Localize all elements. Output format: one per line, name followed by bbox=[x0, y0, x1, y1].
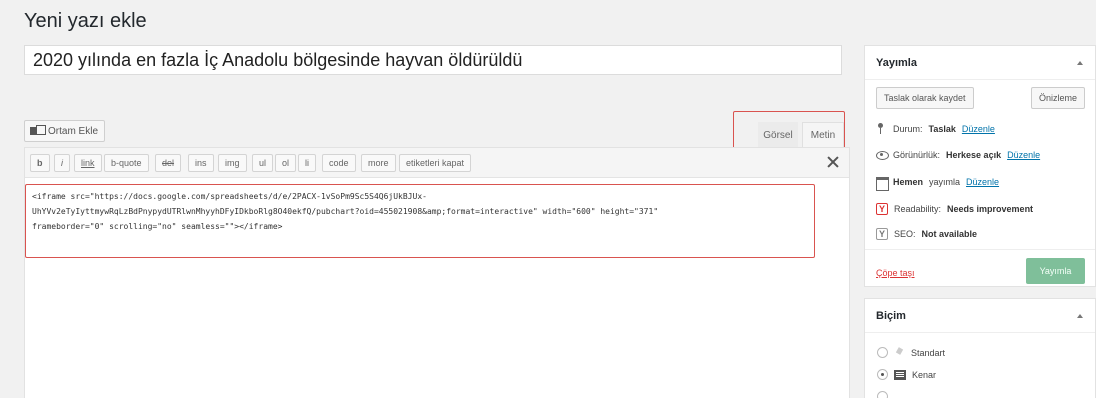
tab-text[interactable]: Metin bbox=[802, 122, 844, 148]
status-row: Durum: Taslak Düzenle bbox=[876, 123, 995, 134]
aside-icon bbox=[894, 369, 906, 380]
tab-visual[interactable]: Görsel bbox=[758, 122, 798, 148]
qt-link-button[interactable]: link bbox=[74, 154, 102, 172]
divider bbox=[865, 249, 1095, 250]
qt-italic-button[interactable]: i bbox=[54, 154, 70, 172]
eye-icon bbox=[876, 149, 889, 160]
publish-box: Yayımla Taslak olarak kaydet Önizleme Du… bbox=[864, 45, 1096, 287]
post-title-input[interactable]: 2020 yılında en fazla İç Anadolu bölgesi… bbox=[24, 45, 842, 75]
content-line: frameborder="0" scrolling="no" seamless=… bbox=[32, 222, 283, 231]
collapse-arrow-icon[interactable] bbox=[1077, 60, 1083, 65]
fullscreen-icon[interactable] bbox=[827, 156, 839, 168]
publish-button[interactable]: Yayımla bbox=[1026, 258, 1085, 284]
add-media-button[interactable]: Ortam Ekle bbox=[24, 120, 106, 142]
page-title: Yeni yazı ekle bbox=[24, 10, 147, 32]
qt-img-button[interactable]: img bbox=[218, 154, 247, 172]
readability-row: Y Readability: Needs improvement bbox=[876, 203, 1033, 215]
format-option-label: Standart bbox=[911, 347, 946, 358]
seo-row: Y SEO: Not available bbox=[876, 228, 977, 240]
seo-value: Not available bbox=[921, 229, 978, 239]
pin-icon bbox=[894, 347, 905, 358]
collapse-arrow-icon[interactable] bbox=[1077, 313, 1083, 318]
quicktags-toolbar: b i link b-quote del ins img ul ol li co… bbox=[25, 148, 849, 178]
visibility-label: Görünürlük: bbox=[893, 149, 941, 160]
format-option-standard[interactable]: Standart bbox=[877, 347, 945, 358]
status-value: Taslak bbox=[928, 123, 956, 134]
content-line: <iframe src="https://docs.google.com/spr… bbox=[32, 192, 427, 201]
yoast-seo-icon: Y bbox=[876, 228, 888, 240]
media-icon bbox=[30, 125, 46, 137]
content-line: UhYVv2eTyIyttmywRqLzBdPnypydUTRlwnMhyyhD… bbox=[32, 207, 659, 216]
visibility-value: Herkese açık bbox=[946, 149, 1002, 160]
format-box: Biçim Standart Kenar bbox=[864, 298, 1096, 398]
visibility-row: Görünürlük: Herkese açık Düzenle bbox=[876, 149, 1040, 160]
qt-blockquote-button[interactable]: b-quote bbox=[104, 154, 149, 172]
edit-schedule-link[interactable]: Düzenle bbox=[966, 177, 999, 187]
publish-box-title: Yayımla bbox=[876, 56, 917, 69]
save-draft-button[interactable]: Taslak olarak kaydet bbox=[876, 87, 974, 109]
format-option-aside[interactable]: Kenar bbox=[877, 369, 936, 380]
format-option-label: Kenar bbox=[912, 369, 937, 380]
qt-close-tags-button[interactable]: etiketleri kapat bbox=[399, 154, 472, 172]
schedule-value: Hemen bbox=[893, 176, 924, 187]
format-box-title: Biçim bbox=[876, 309, 906, 322]
radio-button[interactable] bbox=[877, 347, 888, 358]
qt-more-button[interactable]: more bbox=[361, 154, 396, 172]
status-label: Durum: bbox=[893, 123, 923, 134]
qt-ol-button[interactable]: ol bbox=[275, 154, 297, 172]
readability-label: Readability: bbox=[894, 204, 942, 214]
pin-icon bbox=[876, 123, 887, 134]
calendar-icon bbox=[876, 176, 889, 191]
schedule-row: Hemen yayımla Düzenle bbox=[876, 176, 999, 191]
add-media-label: Ortam Ekle bbox=[48, 125, 99, 137]
preview-button[interactable]: Önizleme bbox=[1030, 87, 1085, 109]
editor-tabs-highlight: Görsel Metin bbox=[733, 111, 845, 149]
qt-li-button[interactable]: li bbox=[298, 154, 316, 172]
publish-box-header[interactable]: Yayımla bbox=[865, 46, 1095, 80]
text-editor[interactable]: b i link b-quote del ins img ul ol li co… bbox=[24, 147, 850, 398]
qt-ins-button[interactable]: ins bbox=[188, 154, 214, 172]
format-box-header[interactable]: Biçim bbox=[865, 299, 1095, 333]
edit-status-link[interactable]: Düzenle bbox=[962, 124, 995, 134]
qt-code-button[interactable]: code bbox=[322, 154, 356, 172]
qt-bold-button[interactable]: b bbox=[30, 154, 50, 172]
schedule-label: yayımla bbox=[929, 176, 961, 187]
edit-visibility-link[interactable]: Düzenle bbox=[1007, 150, 1040, 160]
radio-button[interactable] bbox=[877, 391, 888, 398]
qt-del-button[interactable]: del bbox=[155, 154, 182, 172]
qt-ul-button[interactable]: ul bbox=[252, 154, 274, 172]
yoast-readability-icon: Y bbox=[876, 203, 888, 215]
radio-button[interactable] bbox=[877, 369, 888, 380]
readability-value: Needs improvement bbox=[947, 204, 1034, 214]
format-option-partial[interactable] bbox=[877, 391, 888, 398]
content-textarea[interactable]: <iframe src="https://docs.google.com/spr… bbox=[25, 184, 815, 258]
trash-link[interactable]: Çöpe taşı bbox=[876, 268, 915, 278]
seo-label: SEO: bbox=[894, 229, 916, 239]
